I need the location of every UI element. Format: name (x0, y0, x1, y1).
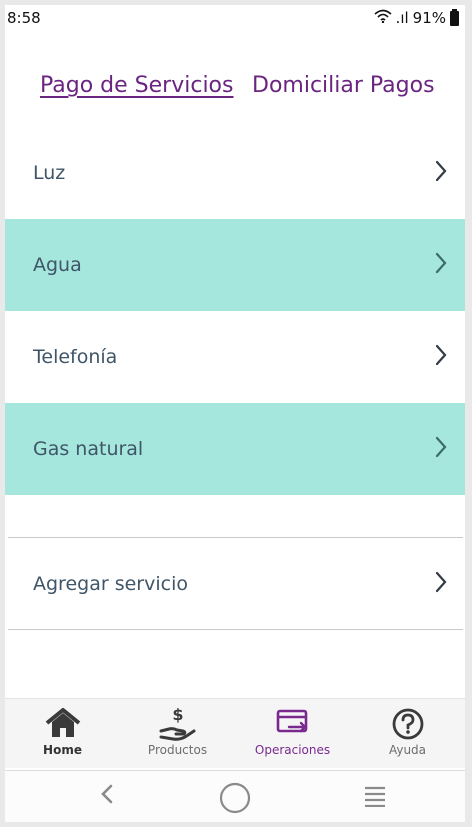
tab-pago-de-servicios[interactable]: Pago de Servicios (40, 73, 233, 98)
add-service-button[interactable]: Agregar servicio (5, 538, 465, 630)
nav-label: Home (43, 743, 82, 757)
nav-productos[interactable]: $ Productos (120, 699, 235, 769)
divider (8, 629, 463, 630)
home-circle-icon[interactable] (219, 782, 251, 818)
help-icon (391, 707, 425, 745)
service-item-agua[interactable]: Agua (5, 219, 465, 311)
signal-icon: .ıl (395, 9, 409, 27)
battery-icon (450, 8, 459, 26)
nav-operaciones[interactable]: Operaciones (235, 699, 350, 769)
nav-label: Productos (147, 743, 208, 757)
battery-percent: 91% (412, 9, 446, 27)
service-label: Agua (33, 254, 82, 276)
nav-label: Operaciones (254, 743, 331, 757)
service-item-luz[interactable]: Luz (5, 127, 465, 219)
system-nav-bar (5, 770, 465, 822)
chevron-right-icon (435, 160, 447, 186)
recent-apps-icon[interactable] (363, 785, 387, 811)
service-item-gas-natural[interactable]: Gas natural (5, 403, 465, 495)
service-label: Luz (33, 162, 66, 184)
tab-bar: Pago de Servicios Domiciliar Pagos (5, 73, 465, 109)
back-icon[interactable] (100, 783, 114, 809)
tab-domiciliar-pagos[interactable]: Domiciliar Pagos (252, 73, 435, 98)
status-bar: 8:58 .ıl 91% (5, 5, 465, 31)
chevron-right-icon (435, 252, 447, 278)
card-transfer-icon (275, 707, 311, 741)
service-label: Telefonía (33, 346, 118, 368)
service-label: Gas natural (33, 438, 144, 460)
service-item-telefonia[interactable]: Telefonía (5, 311, 465, 403)
svg-text:$: $ (172, 707, 183, 724)
app-screen: 8:58 .ıl 91% Pago de Servicios Domicilia… (5, 5, 465, 822)
nav-label: Ayuda (388, 743, 427, 757)
chevron-right-icon (435, 344, 447, 370)
home-icon (44, 707, 82, 743)
chevron-right-icon (435, 436, 447, 462)
bottom-nav: Home $ Productos Operaciones Ayuda (5, 698, 465, 768)
wifi-icon (374, 9, 392, 27)
hand-dollar-icon: $ (159, 705, 197, 745)
nav-home[interactable]: Home (5, 699, 120, 769)
status-icons: .ıl 91% (374, 8, 459, 27)
nav-ayuda[interactable]: Ayuda (350, 699, 465, 769)
add-service-label: Agregar servicio (33, 573, 188, 595)
chevron-right-icon (435, 571, 447, 597)
status-time: 8:58 (7, 9, 41, 27)
